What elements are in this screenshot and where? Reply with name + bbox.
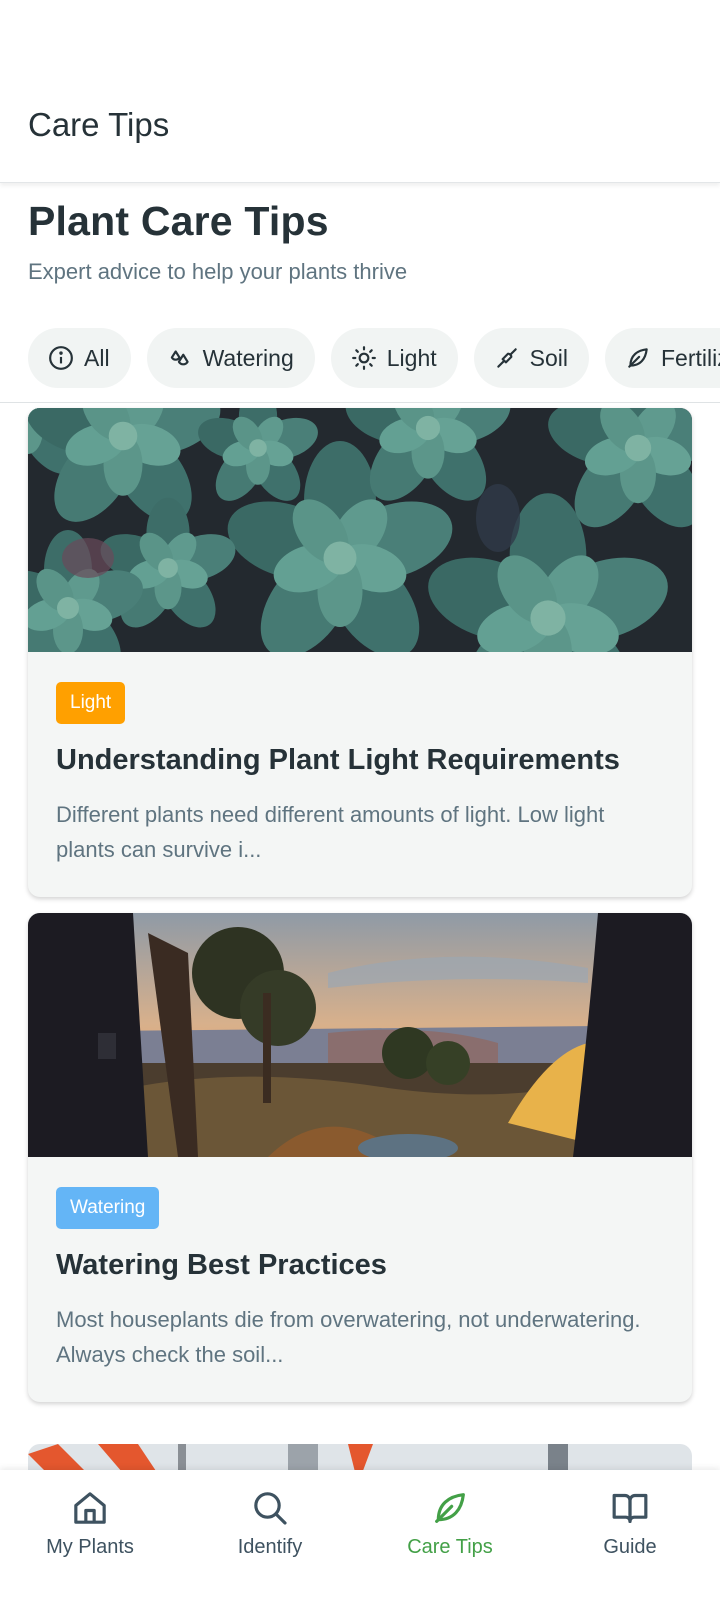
page-subtitle: Expert advice to help your plants thrive	[28, 259, 408, 284]
page-title: Plant Care Tips	[28, 198, 329, 244]
app-bar: Care Tips	[0, 0, 720, 183]
filter-chip-label: Light	[386, 344, 437, 371]
tip-title: Understanding Plant Light Requirements	[56, 744, 620, 776]
filter-chip-light[interactable]: Light	[330, 328, 458, 388]
book-icon	[612, 1493, 648, 1523]
filter-chip-fertilizer[interactable]: Fertilizer	[604, 328, 720, 388]
trowel-icon	[496, 348, 517, 368]
category-badge: Watering	[56, 1187, 160, 1229]
nav-label: Identify	[237, 1536, 303, 1558]
category-filter-bar[interactable]: All Watering Light Soil Fertili	[0, 328, 720, 390]
search-icon	[254, 1492, 287, 1525]
filter-chip-label: All	[84, 344, 110, 371]
tip-card[interactable]: Watering Watering Best Practices Most ho…	[28, 913, 692, 1402]
tip-excerpt: Most houseplants die from overwatering, …	[56, 1307, 641, 1367]
tip-card-body: Watering Watering Best Practices Most ho…	[28, 1157, 692, 1402]
nav-identify[interactable]: Identify	[180, 1470, 360, 1600]
filter-chip-soil[interactable]: Soil	[473, 328, 589, 388]
home-icon	[74, 1492, 106, 1524]
tip-title: Watering Best Practices	[56, 1249, 387, 1281]
page-header: Plant Care Tips Expert advice to help yo…	[28, 198, 698, 285]
camping-sunset-photo	[28, 913, 692, 1157]
nav-label: Care Tips	[407, 1536, 493, 1558]
divider	[0, 402, 720, 403]
nav-guide[interactable]: Guide	[540, 1470, 720, 1600]
tip-card-body: Light Understanding Plant Light Requirem…	[28, 652, 692, 897]
tip-card[interactable]: Light Understanding Plant Light Requirem…	[28, 408, 692, 897]
leaf-icon	[435, 1493, 465, 1523]
nav-my-plants[interactable]: My Plants	[0, 1470, 180, 1600]
filter-chip-watering[interactable]: Watering	[146, 328, 315, 388]
tip-excerpt: Different plants need different amounts …	[56, 802, 605, 862]
leaf-icon	[628, 348, 648, 368]
filter-chip-label: Soil	[529, 344, 568, 371]
filter-chip-label: Fertilizer	[660, 344, 720, 371]
app-bar-title: Care Tips	[28, 106, 170, 143]
sun-icon	[351, 346, 376, 370]
filter-chip-label: Watering	[202, 344, 294, 371]
category-badge: Light	[56, 682, 126, 724]
succulents-photo	[28, 408, 692, 652]
nav-care-tips[interactable]: Care Tips	[360, 1470, 540, 1600]
nav-label: My Plants	[46, 1536, 134, 1558]
nav-label: Guide	[603, 1536, 657, 1558]
water-drops-icon	[170, 350, 189, 366]
filter-chip-all[interactable]: All	[28, 328, 131, 388]
info-icon	[49, 346, 73, 370]
bottom-navigation: My Plants Identify Care Tips Guide	[0, 1470, 720, 1600]
